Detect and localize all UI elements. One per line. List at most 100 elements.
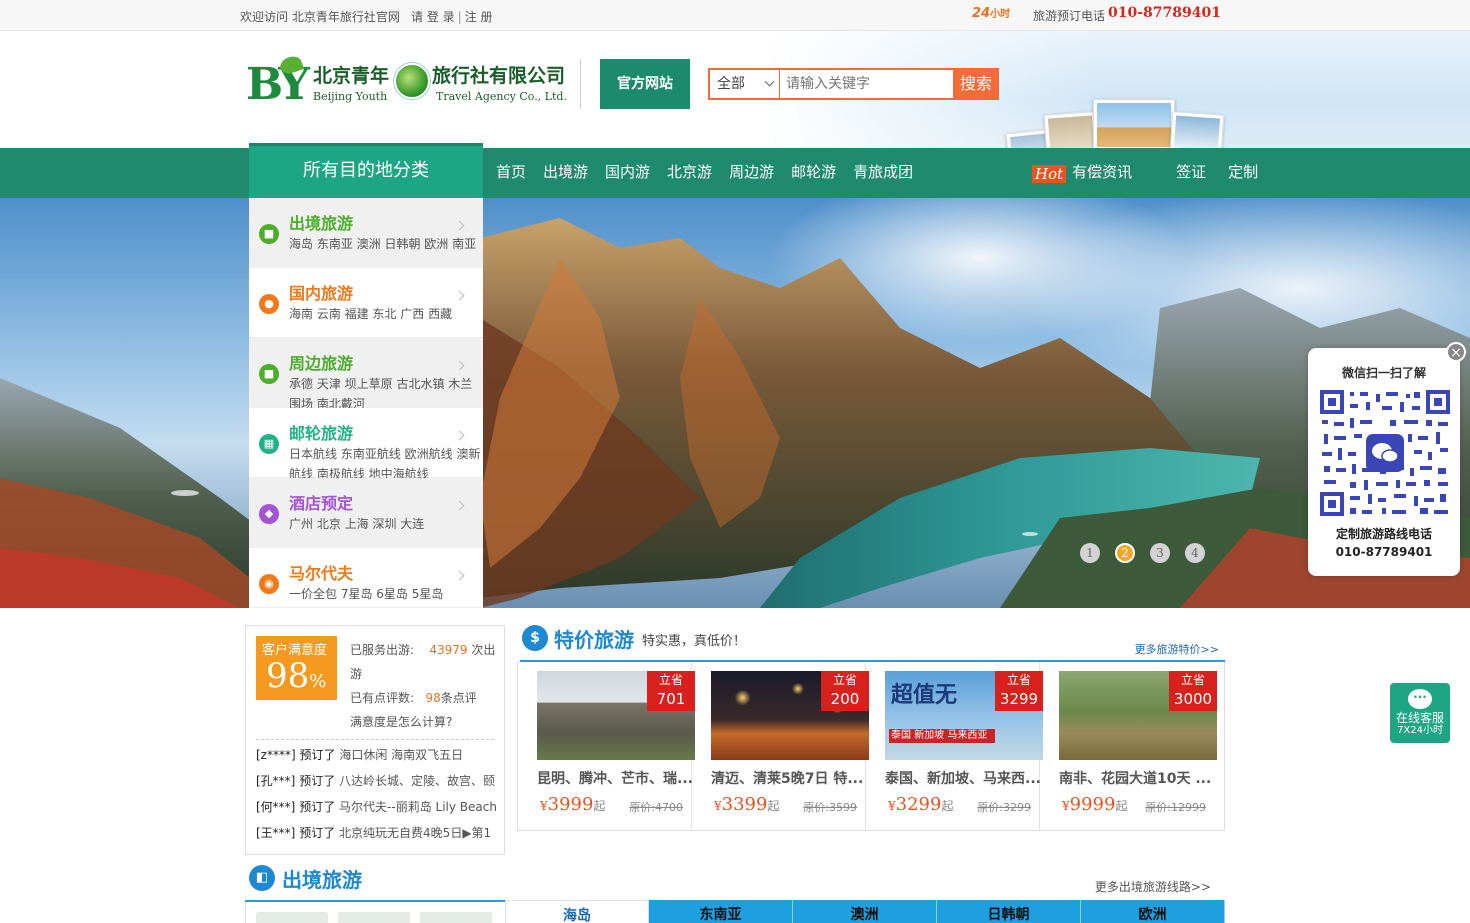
banner-pagination: 1 2 3 4	[1080, 543, 1220, 563]
category-item-nearby[interactable]: ■ 周边旅游 承德 天津 坝上草原 古北水镇 木兰围场 南北戴河	[249, 338, 483, 411]
order-item[interactable]: [何***] 预订了 马尔代夫--丽莉岛 Lily Beach	[256, 794, 496, 820]
tab-island[interactable]: 海岛	[505, 900, 649, 923]
banner-landscape	[0, 218, 1470, 608]
save-badge: 立省 3299	[995, 671, 1043, 711]
deal-price: ¥3299起	[888, 794, 953, 815]
save-badge: 立省 200	[821, 671, 869, 711]
chevron-down-icon	[764, 76, 775, 87]
search-input[interactable]	[782, 72, 952, 96]
banner-dot-2[interactable]: 2	[1115, 543, 1135, 563]
header: BY 北京青年 旅行社有限公司 Beijing Youth Travel Age…	[0, 31, 1470, 148]
deal-original-price: 原价:12999	[1145, 801, 1206, 814]
search-scope-select[interactable]: 全部	[710, 70, 780, 98]
chevron-right-icon	[454, 360, 465, 371]
satisfaction-value: 98%	[266, 656, 326, 696]
served-value: 43979	[429, 643, 468, 657]
satisfaction-score-box: 客户满意度 98%	[256, 636, 337, 700]
special-deals-subtitle: 特实惠，真低价！	[642, 634, 747, 649]
all-destinations-button[interactable]: 所有目的地分类	[249, 143, 483, 198]
order-item[interactable]: [孔***] 预订了 八达岭长城、定陵、故宫、颐	[256, 768, 496, 794]
search-button[interactable]: 搜索	[953, 68, 999, 100]
order-item[interactable]: [z****] 预订了 海口休闲 海南双飞五日	[256, 742, 496, 768]
hero-banner[interactable]: 1 2 3 4	[0, 198, 1470, 608]
nav-item-nearby[interactable]: 周边游	[729, 148, 774, 198]
category-title: 出境旅游	[289, 214, 354, 233]
chevron-right-icon	[454, 290, 465, 301]
more-deals-link[interactable]: 更多旅游特价>>	[1135, 641, 1219, 657]
filter-pill[interactable]	[256, 912, 328, 923]
order-item[interactable]: [王***] 预订了 北京纯玩无自费4晚5日▶第1	[256, 820, 496, 846]
nav-item-visa[interactable]: 签证	[1176, 148, 1206, 198]
online-service-label: 在线客服	[1395, 711, 1444, 725]
deal-card[interactable]: 立省 701 昆明、腾冲、芒市、瑞... ¥3999起 原价:4700	[518, 662, 695, 830]
deal-currency: ¥	[714, 799, 722, 813]
tab-japan-korea[interactable]: 日韩朝	[937, 900, 1081, 923]
category-subtitle: 海南 云南 福建 东北 广西 西藏	[289, 307, 453, 321]
save-amount: 3000	[1173, 690, 1213, 708]
save-label: 立省	[832, 673, 857, 687]
save-amount: 3299	[999, 690, 1039, 708]
category-item-maldives[interactable]: ◉ 马尔代夫 一价全包 7星岛 6星岛 5星岛	[249, 548, 483, 608]
close-icon[interactable]: ×	[1446, 342, 1466, 362]
deal-original-price: 原价:3299	[977, 801, 1031, 814]
tab-australia[interactable]: 澳洲	[793, 900, 937, 923]
nav-item-custom[interactable]: 定制	[1228, 148, 1258, 198]
logo-en-part2: Travel Agency Co., Ltd.	[436, 90, 567, 103]
reviews-unit: 条点评	[440, 691, 477, 705]
deal-card[interactable]: 立省 200 清迈、清莱5晚7日 特... ¥3399起 原价:3599	[692, 662, 869, 830]
login-link[interactable]: 请 登 录	[411, 10, 455, 24]
nav-item-beijing[interactable]: 北京游	[667, 148, 712, 198]
qr-title: 微信扫一扫了解	[1341, 366, 1426, 380]
outbound-left-panel	[245, 902, 505, 923]
nav-item-domestic[interactable]: 国内游	[605, 148, 650, 198]
category-item-domestic[interactable]: ● 国内旅游 海南 云南 福建 东北 广西 西藏	[249, 268, 483, 338]
category-subtitle: 一价全包 7星岛 6星岛 5星岛	[289, 587, 444, 601]
category-item-cruise[interactable]: ▦ 邮轮旅游 日本航线 东南亚航线 欧洲航线 澳新航线 南极航线 地中海航线	[249, 408, 483, 481]
24-hour-unit: 小时	[990, 9, 1011, 20]
nav-item-paid-info[interactable]: Hot 有偿资讯	[1016, 148, 1154, 198]
deal-price: ¥3399起	[714, 794, 779, 815]
official-site-button[interactable]: 官方网站	[600, 59, 690, 109]
tab-southeast-asia[interactable]: 东南亚	[649, 900, 793, 923]
nav-item-cruise[interactable]: 邮轮游	[791, 148, 836, 198]
nav-item-outbound[interactable]: 出境游	[543, 148, 588, 198]
qr-caption-line1: 定制旅游路线电话	[1335, 527, 1432, 541]
register-link[interactable]: 注 册	[465, 10, 493, 24]
decorative-photos	[1005, 99, 1230, 148]
banner-dot-4[interactable]: 4	[1185, 543, 1205, 563]
category-item-hotel[interactable]: ◆ 酒店预定 广州 北京 上海 深圳 大连	[249, 478, 483, 548]
globe-icon	[394, 63, 430, 99]
company-logo[interactable]: BY 北京青年 旅行社有限公司 Beijing Youth Travel Age…	[246, 53, 586, 110]
deal-original-price: 原价:4700	[629, 801, 683, 814]
deal-card[interactable]: 立省 3000 南非、花园大道10天 ... ¥9999起 原价:12999	[1040, 662, 1217, 830]
reviews-label: 已有点评数:	[350, 691, 415, 705]
order-user: [何***]	[256, 800, 296, 814]
order-product: 马尔代夫--丽莉岛 Lily Beach	[339, 800, 496, 814]
online-service-button[interactable]: 在线客服 7X24小时	[1390, 683, 1450, 743]
satisfaction-how-link[interactable]: 满意度是怎么计算?	[350, 710, 500, 734]
banner-dot-1[interactable]: 1	[1080, 543, 1100, 563]
tab-europe[interactable]: 欧洲	[1081, 900, 1225, 923]
deal-price-value: 9999	[1069, 794, 1116, 815]
filter-pill[interactable]	[420, 912, 492, 923]
category-item-outbound[interactable]: ■ 出境旅游 海岛 东南亚 澳洲 日韩朝 欧洲 南亚	[249, 198, 483, 268]
deal-currency: ¥	[888, 799, 896, 813]
category-subtitle: 广州 北京 上海 深圳 大连	[289, 517, 425, 531]
filter-pill[interactable]	[338, 912, 410, 923]
login-register: 请 登 录 | 注 册	[411, 8, 493, 25]
outbound-section-body: 海岛 东南亚 澳洲 日韩朝 欧洲	[245, 900, 1225, 923]
welcome-text: 欢迎访问 北京青年旅行社官网	[240, 10, 400, 24]
suitcase-icon: ◧	[249, 865, 275, 891]
camera-icon: ◉	[259, 574, 279, 594]
deal-image: 超值无 泰国 新加坡 马来西亚 立省 3299	[885, 671, 1043, 760]
nav-item-home[interactable]: 首页	[496, 148, 526, 198]
money-bag-icon: $	[522, 625, 548, 651]
deal-price-from: 起	[767, 799, 780, 813]
banner-dot-3[interactable]: 3	[1150, 543, 1170, 563]
deal-image: 立省 200	[711, 671, 869, 760]
deal-card[interactable]: 超值无 泰国 新加坡 马来西亚 立省 3299 泰国、新加坡、马来西... ¥32…	[866, 662, 1043, 830]
globe-icon: ●	[259, 294, 279, 314]
served-count: 已服务出游: 43979 次出游	[350, 638, 500, 686]
more-outbound-link[interactable]: 更多出境旅游线路>>	[1095, 878, 1211, 895]
nav-item-group[interactable]: 青旅成团	[853, 148, 913, 198]
